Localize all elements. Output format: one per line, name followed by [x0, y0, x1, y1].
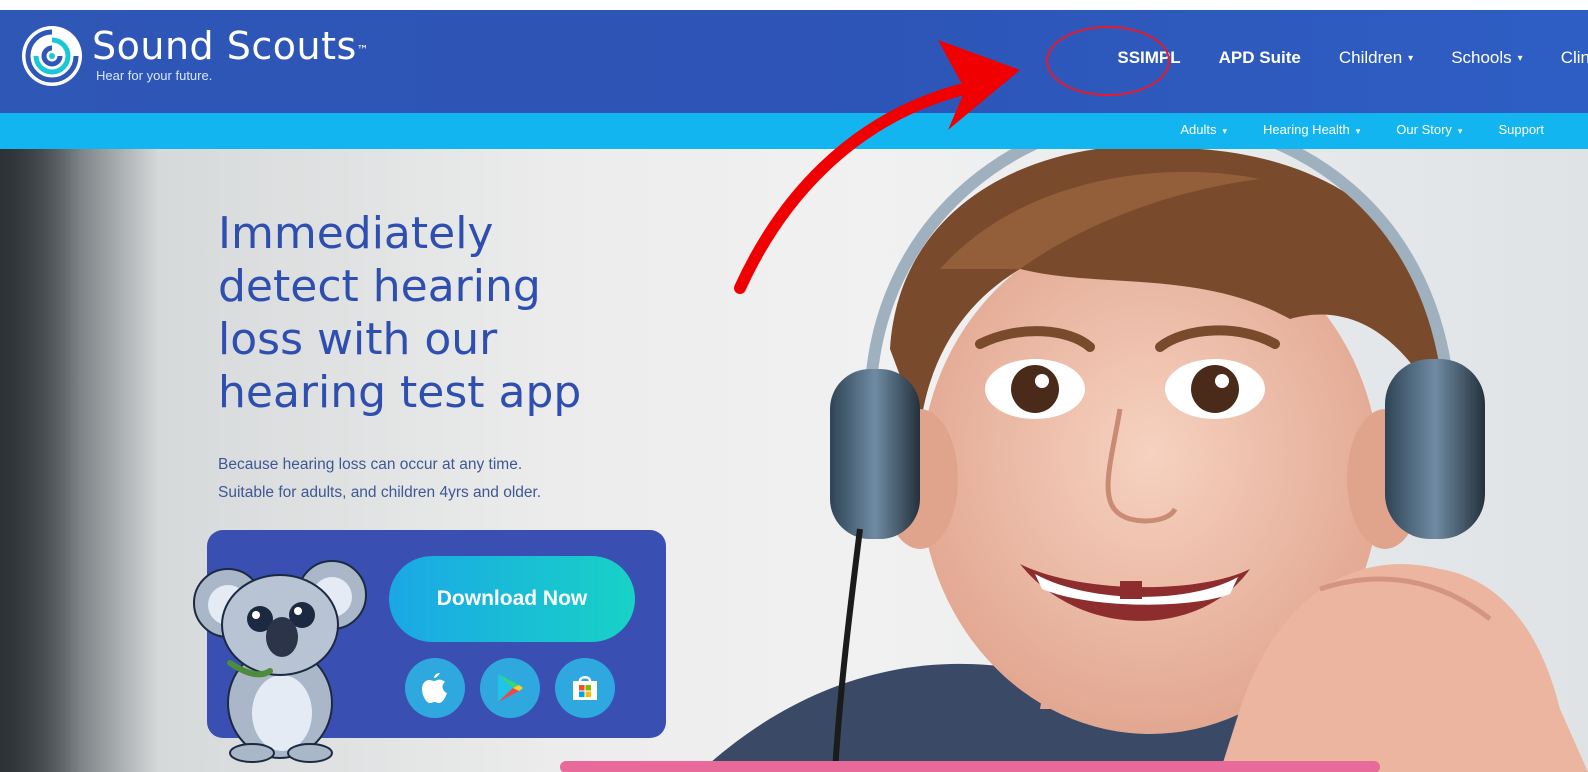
brand-name: Sound Scouts — [92, 24, 357, 68]
sub-nav-item-support[interactable]: Support — [1498, 122, 1544, 137]
microsoft-store-icon — [573, 676, 597, 700]
sub-nav-item-adults[interactable]: Adults ▾ — [1180, 122, 1227, 137]
koala-mascot-illustration — [193, 560, 367, 763]
caret-down-icon: ▾ — [1355, 126, 1361, 136]
nav-item-clinics[interactable]: Clin — [1561, 48, 1588, 68]
logo-text: Sound Scouts™ Hear for your future. — [92, 24, 369, 83]
caret-down-icon: ▾ — [1408, 53, 1414, 65]
brand-tagline: Hear for your future. — [96, 68, 213, 83]
caret-down-icon: ▾ — [1222, 126, 1228, 136]
hero-subtext: Because hearing loss can occur at any ti… — [218, 456, 542, 501]
nav-item-children[interactable]: Children ▾ — [1339, 48, 1413, 68]
apple-icon — [422, 673, 447, 703]
annotation-arrow-icon — [734, 40, 1020, 294]
nav-item-apd-suite[interactable]: APD Suite — [1219, 48, 1301, 68]
caret-down-icon: ▾ — [1457, 126, 1463, 136]
trademark: ™ — [356, 43, 370, 57]
google-play-icon — [498, 674, 523, 702]
nav-item-schools[interactable]: Schools ▾ — [1451, 48, 1523, 68]
sub-nav-item-hearing-health[interactable]: Hearing Health ▾ — [1263, 122, 1360, 137]
annotation-circle-highlight — [1046, 26, 1170, 96]
microsoft-store-button[interactable] — [555, 658, 615, 718]
bottom-accent-strip — [560, 761, 1380, 772]
hero-headline: Immediately detect hearing loss with our… — [218, 208, 582, 418]
logo[interactable]: Sound Scouts™ Hear for your future. — [20, 24, 369, 88]
download-now-button[interactable]: Download Now — [389, 556, 635, 642]
apple-app-store-button[interactable] — [405, 658, 465, 718]
swirl-logo-icon — [22, 26, 82, 86]
hero-background-shade — [0, 149, 80, 772]
page: Sound Scouts™ Hear for your future. SSIM… — [0, 0, 1588, 772]
caret-down-icon: ▾ — [1517, 53, 1523, 65]
google-play-button[interactable] — [480, 658, 540, 718]
sub-nav: Adults ▾ Hearing Health ▾ Our Story ▾ Suppo… — [1144, 122, 1544, 137]
sub-nav-item-our-story[interactable]: Our Story ▾ — [1396, 122, 1462, 137]
